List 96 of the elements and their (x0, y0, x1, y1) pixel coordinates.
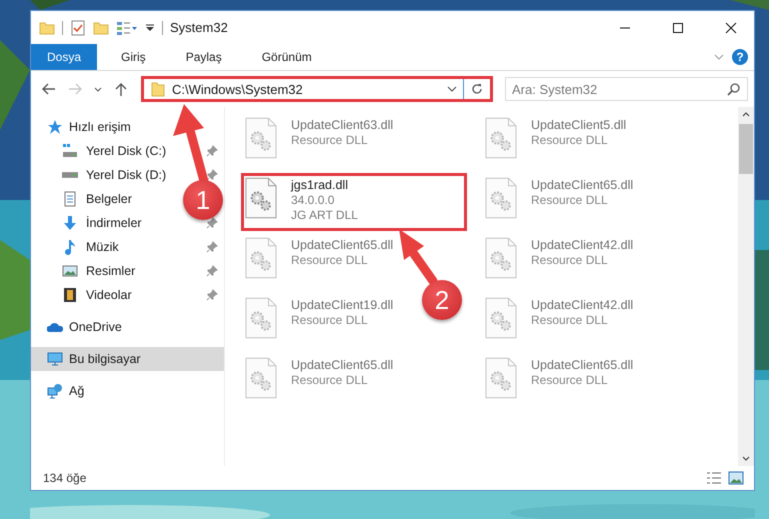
file-name: UpdateClient65.dll (291, 358, 394, 373)
back-arrow-icon[interactable] (41, 81, 57, 97)
maximize-icon (672, 22, 684, 34)
address-bar[interactable]: C:\Windows\System32 (141, 76, 493, 102)
film-strip-icon (62, 287, 78, 303)
file-detail: Resource DLL (291, 313, 369, 328)
up-arrow-icon[interactable] (113, 81, 129, 97)
file-item[interactable]: UpdateClient5.dll Resource DLL (481, 113, 630, 171)
file-item[interactable]: UpdateClient65.dll Resource DLL (481, 173, 638, 231)
scrollbar[interactable] (738, 107, 754, 466)
address-path: C:\Windows\System32 (172, 82, 303, 96)
search-field[interactable]: Ara: System32 (505, 77, 748, 101)
sidebar-item[interactable]: Resimler (86, 264, 136, 278)
close-icon (725, 22, 737, 34)
file-detail: Resource DLL (291, 253, 369, 268)
file-detail: Resource DLL (531, 253, 609, 268)
file-item[interactable]: UpdateClient65.dll Resource DLL (241, 353, 398, 411)
file-detail: Resource DLL (291, 133, 369, 148)
computer-icon (47, 351, 63, 367)
document-icon (62, 191, 78, 207)
pin-icon[interactable] (206, 241, 218, 253)
search-icon (727, 82, 741, 96)
file-item[interactable]: UpdateClient65.dll Resource DLL (241, 233, 398, 291)
ribbon-tab[interactable]: Dosya (31, 44, 98, 70)
file-gear-icon (485, 237, 517, 279)
file-gear-icon (485, 357, 517, 399)
pin-icon[interactable] (206, 145, 218, 157)
file-item[interactable]: UpdateClient42.dll Resource DLL (481, 233, 638, 291)
dropdown-icon[interactable] (145, 22, 155, 32)
file-name: UpdateClient65.dll (531, 178, 634, 193)
sidebar-item[interactable]: OneDrive (31, 315, 224, 339)
sidebar-item[interactable]: Yerel Disk (C:) (86, 144, 166, 158)
file-gear-icon (245, 297, 277, 339)
ribbon-tab[interactable]: Görünüm (246, 44, 328, 70)
file-name: UpdateClient65.dll (291, 238, 394, 253)
dropdown-caret-icon[interactable] (447, 84, 457, 94)
file-gear-icon (485, 297, 517, 339)
drive-icon (62, 143, 78, 159)
sidebar-item[interactable]: Belgeler (86, 192, 132, 206)
sidebar-item[interactable]: Hızlı erişim (31, 115, 224, 139)
file-detail: Resource DLL (531, 193, 609, 208)
chevron-down-icon[interactable] (714, 52, 724, 62)
details-view-icon[interactable] (706, 470, 722, 486)
large-icons-view-icon[interactable] (728, 470, 744, 486)
file-name: UpdateClient42.dll (531, 298, 634, 313)
minimize-icon (619, 26, 631, 28)
download-arrow-icon (62, 215, 78, 231)
sidebar-item[interactable]: İndirmeler (86, 216, 142, 230)
file-gear-icon (245, 117, 277, 159)
file-detail: Resource DLL (531, 313, 609, 328)
sidebar-item[interactable]: Ağ (31, 379, 224, 403)
refresh-icon[interactable] (470, 82, 484, 96)
file-gear-icon (485, 177, 517, 219)
file-gear-icon (485, 117, 517, 159)
file-item[interactable]: UpdateClient42.dll Resource DLL (481, 293, 638, 351)
file-name: UpdateClient5.dll (531, 118, 626, 133)
pin-icon[interactable] (206, 217, 218, 229)
properties-icon[interactable] (116, 20, 138, 36)
file-detail: Resource DLL (291, 373, 369, 388)
sidebar-item[interactable]: Videolar (86, 288, 132, 302)
file-detail: 34.0.0.0 (291, 193, 336, 208)
star-icon (47, 119, 63, 135)
file-item[interactable]: jgs1rad.dll 34.0.0.0 JG ART DLL (241, 173, 467, 231)
file-gear-icon (245, 357, 277, 399)
file-detail: Resource DLL (531, 373, 609, 388)
network-icon (47, 383, 63, 399)
file-item[interactable]: UpdateClient19.dll Resource DLL (241, 293, 398, 351)
pin-icon[interactable] (206, 265, 218, 277)
file-detail: Resource DLL (531, 133, 609, 148)
file-gear-icon (245, 237, 277, 279)
pin-icon[interactable] (206, 169, 218, 181)
file-gear-icon (245, 177, 277, 219)
sidebar-item[interactable]: Bu bilgisayar (31, 347, 224, 371)
landscape-picture-icon (62, 263, 78, 279)
item-count: 134 öğe (43, 471, 86, 485)
arrow (399, 229, 438, 286)
file-item[interactable]: UpdateClient65.dll Resource DLL (481, 353, 638, 411)
file-name: UpdateClient63.dll (291, 118, 394, 133)
file-item[interactable]: UpdateClient63.dll Resource DLL (241, 113, 398, 171)
music-note-icon (62, 239, 78, 255)
file-name: jgs1rad.dll (291, 178, 349, 193)
file-detail: JG ART DLL (291, 208, 358, 223)
pin-icon[interactable] (206, 289, 218, 301)
ribbon-tab[interactable]: Giriş (105, 44, 162, 70)
sidebar-item[interactable]: Müzik (86, 240, 119, 254)
sidebar-item[interactable]: Yerel Disk (D:) (86, 168, 166, 182)
window-title: System32 (170, 20, 228, 35)
drive-icon (62, 172, 78, 178)
file-name: UpdateClient65.dll (531, 358, 634, 373)
ribbon-tab[interactable]: Paylaş (170, 44, 238, 70)
help-button[interactable]: ? (732, 49, 748, 65)
checklist-icon[interactable] (70, 20, 86, 36)
folder-icon (150, 81, 166, 97)
file-name: UpdateClient42.dll (531, 238, 634, 253)
scrollbar-thumb[interactable] (739, 124, 753, 174)
file-name: UpdateClient19.dll (291, 298, 394, 313)
